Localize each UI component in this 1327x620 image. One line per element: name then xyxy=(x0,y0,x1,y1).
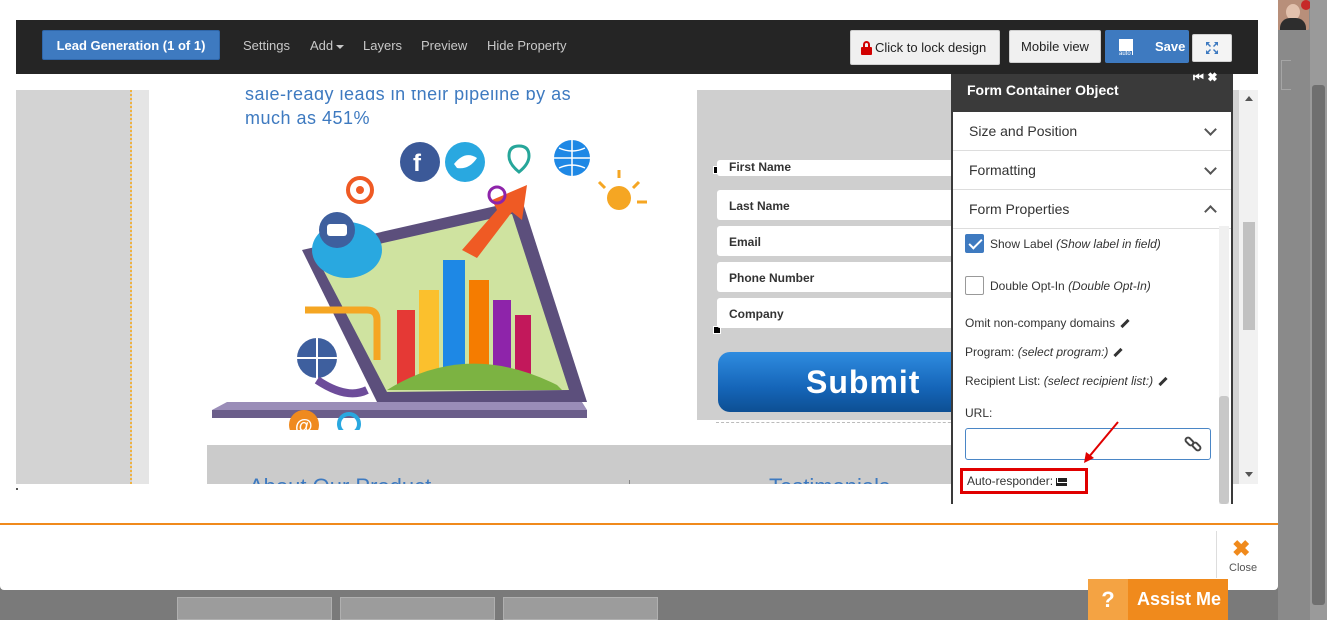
annotation-arrow xyxy=(1084,421,1119,463)
assist-me-button[interactable]: ? Assist Me xyxy=(1088,579,1228,620)
save-label: Save xyxy=(1155,39,1186,54)
envelope-icon[interactable] xyxy=(1056,477,1068,486)
page-headline[interactable]: sale-ready leads in their pipeline by as… xyxy=(245,90,635,130)
double-optin-label: Double Opt-In xyxy=(990,279,1065,293)
mobile-view-button[interactable]: Mobile view xyxy=(1009,30,1101,63)
section-size-position-label: Size and Position xyxy=(969,123,1078,139)
page-scrollbar-thumb[interactable] xyxy=(1312,85,1325,605)
collapse-icon[interactable]: ⏮ xyxy=(1193,70,1208,84)
recipient-label: Recipient List: xyxy=(965,374,1041,388)
recipient-row[interactable]: Recipient List: (select recipient list:) xyxy=(965,374,1168,388)
landing-page[interactable]: sale-ready leads in their pipeline by as… xyxy=(149,90,978,484)
first-name-field[interactable]: First Name xyxy=(717,160,977,176)
menu-layers[interactable]: Layers xyxy=(363,38,402,53)
panel-scrollbar-thumb[interactable] xyxy=(1219,396,1229,504)
url-label: URL: xyxy=(965,406,993,420)
svg-text:@: @ xyxy=(295,416,313,430)
caret-down-icon xyxy=(336,44,345,49)
lead-generation-button[interactable]: Lead Generation (1 of 1) xyxy=(42,30,220,60)
canvas-scrollbar-thumb[interactable] xyxy=(1243,222,1255,330)
section-form-properties[interactable]: Form Properties xyxy=(953,190,1231,229)
program-row[interactable]: Program: (select program:) xyxy=(965,345,1124,359)
double-optin-checkbox[interactable] xyxy=(965,276,984,295)
editor-toolbar: Lead Generation (1 of 1) Settings Add La… xyxy=(16,20,1258,74)
program-value: (select program:) xyxy=(1017,345,1109,359)
submit-button[interactable]: Submit xyxy=(718,352,978,412)
recipient-value: (select recipient list:) xyxy=(1043,374,1154,388)
section-formatting-label: Formatting xyxy=(969,162,1036,178)
last-name-field[interactable]: Last Name xyxy=(717,190,977,220)
expand-icon xyxy=(1206,42,1218,54)
close-icon[interactable]: ✖ xyxy=(1232,536,1250,562)
show-label-label: Show Label xyxy=(990,237,1053,251)
auto-save-icon xyxy=(1118,38,1133,57)
editor-modal: Lead Generation (1 of 1) Settings Add La… xyxy=(0,0,1278,590)
omit-domains-label: Omit non-company domains xyxy=(965,316,1116,330)
headline-line-1: sale-ready leads in their pipeline by as xyxy=(245,90,572,104)
scroll-down-icon[interactable] xyxy=(1245,472,1253,477)
menu-add-label: Add xyxy=(310,38,334,53)
canvas-margin xyxy=(132,90,150,484)
canvas-marker xyxy=(16,488,18,490)
band-divider xyxy=(629,480,630,484)
band-right-heading: Testimonials xyxy=(769,474,890,484)
scroll-up-icon[interactable] xyxy=(1245,96,1253,101)
pencil-icon[interactable] xyxy=(1120,319,1130,329)
template-thumbnail[interactable] xyxy=(503,597,658,620)
menu-settings[interactable]: Settings xyxy=(243,38,290,53)
background-panel xyxy=(1281,60,1291,90)
band-left-heading: About Our Product xyxy=(249,474,431,484)
save-button[interactable]: Save xyxy=(1105,30,1189,63)
menu-hide-property[interactable]: Hide Property xyxy=(487,38,566,53)
assist-me-label: Assist Me xyxy=(1137,589,1222,609)
double-optin-text: Double Opt-In (Double Opt-In) xyxy=(990,279,1151,293)
company-field[interactable]: Company xyxy=(717,298,977,328)
fullscreen-button[interactable] xyxy=(1192,34,1232,62)
template-thumbnail[interactable] xyxy=(177,597,332,620)
question-icon: ? xyxy=(1088,579,1128,620)
show-label-checkbox[interactable] xyxy=(965,234,984,253)
close-divider xyxy=(1216,531,1217,578)
chevron-up-icon xyxy=(1204,205,1217,218)
footer-divider xyxy=(0,523,1278,525)
pencil-icon[interactable] xyxy=(1113,348,1124,358)
lock-design-button[interactable]: Click to lock design xyxy=(850,30,1000,65)
svg-text:f: f xyxy=(413,150,422,177)
panel-controls: ⏮✖ xyxy=(1193,70,1221,85)
headline-line-2: much as 451% xyxy=(245,108,371,128)
menu-preview[interactable]: Preview xyxy=(421,38,467,53)
section-formatting[interactable]: Formatting xyxy=(953,151,1231,190)
pencil-icon[interactable] xyxy=(1158,377,1168,387)
phone-field[interactable]: Phone Number xyxy=(717,262,977,292)
template-thumbnail[interactable] xyxy=(340,597,495,620)
double-optin-hint: (Double Opt-In) xyxy=(1068,279,1151,293)
panel-title: Form Container Object xyxy=(967,82,1119,98)
chevron-down-icon xyxy=(1204,123,1217,136)
email-field[interactable]: Email xyxy=(717,226,977,256)
form-bottom-guide xyxy=(716,422,976,423)
section-size-position[interactable]: Size and Position xyxy=(953,112,1231,151)
program-label: Program: xyxy=(965,345,1015,359)
close-label[interactable]: Close xyxy=(1229,562,1257,574)
auto-responder-label: Auto-responder: xyxy=(967,474,1054,488)
marketing-illustration[interactable]: f @ xyxy=(207,140,647,430)
auto-responder-row[interactable]: Auto-responder: xyxy=(960,468,1088,494)
omit-domains-row[interactable]: Omit non-company domains xyxy=(965,316,1130,330)
menu-add[interactable]: Add xyxy=(310,38,345,53)
section-form-properties-label: Form Properties xyxy=(969,201,1070,217)
chevron-down-icon xyxy=(1204,162,1217,175)
show-label-hint: (Show label in field) xyxy=(1056,237,1161,251)
lock-design-label: Click to lock design xyxy=(875,40,987,55)
link-icon[interactable] xyxy=(1183,435,1204,453)
close-panel-icon[interactable]: ✖ xyxy=(1208,70,1221,84)
lock-icon xyxy=(861,40,872,55)
panel-header: Form Container Object ⏮✖ xyxy=(953,70,1231,112)
show-label-text: Show Label (Show label in field) xyxy=(990,237,1161,251)
